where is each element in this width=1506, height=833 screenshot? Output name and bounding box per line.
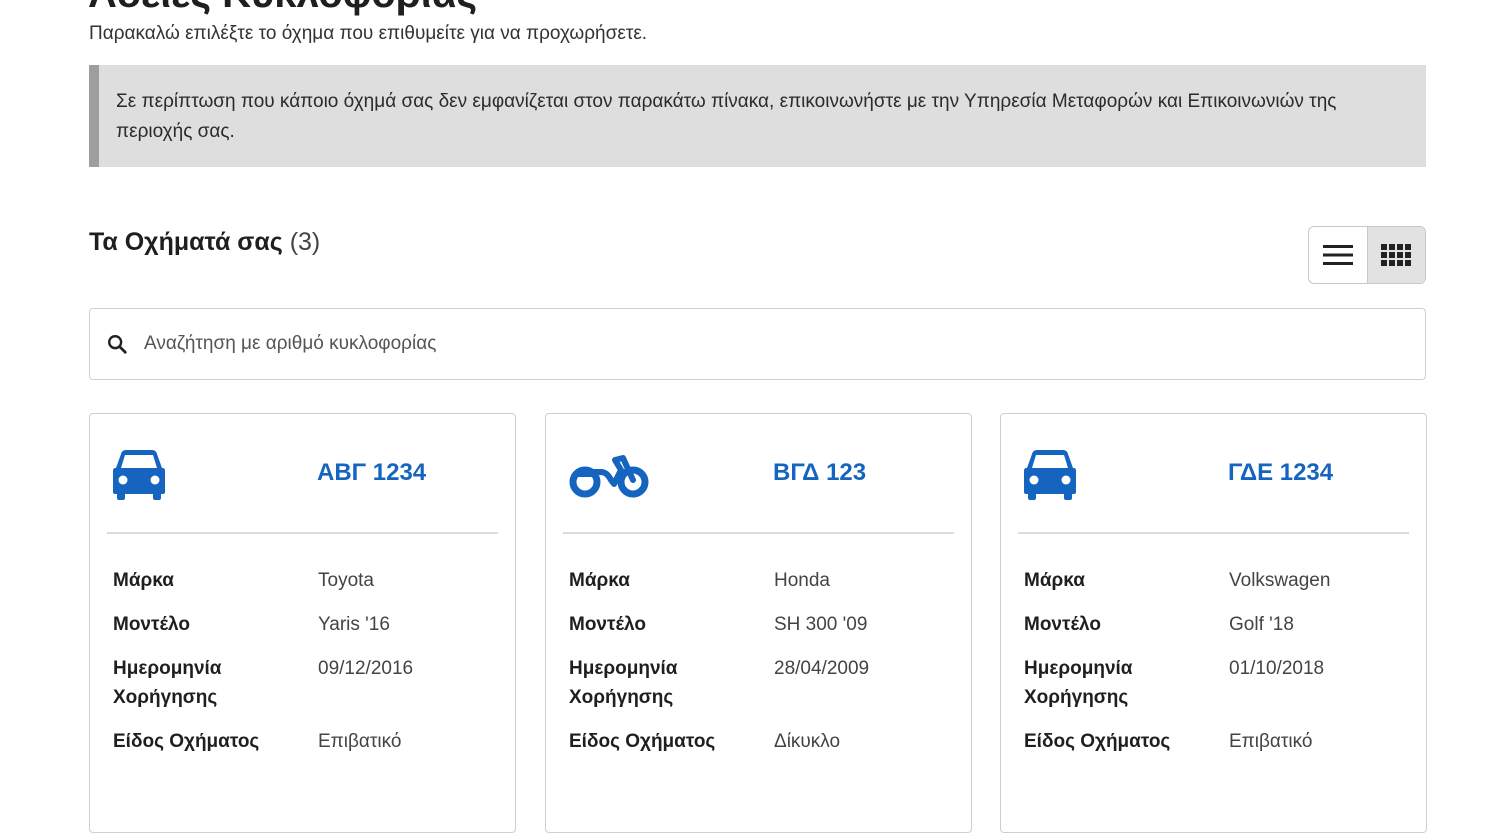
card-divider — [563, 532, 954, 534]
vehicle-type-label: Είδος Οχήματος — [1024, 731, 1171, 752]
vehicle-card[interactable]: ΑΒΓ 1234 Μάρκα Toyota Μοντέλο Yaris '16 … — [89, 413, 516, 833]
info-notice: Σε περίπτωση που κάποιο όχημά σας δεν εμ… — [89, 65, 1426, 167]
detail-row-issue-date: Ημερομηνία Χορήγησης 09/12/2016 — [113, 654, 503, 712]
detail-row-brand: Μάρκα Toyota — [113, 566, 503, 595]
plate-number: ΒΓΔ 123 — [773, 459, 867, 486]
model-value: Golf '18 — [1229, 614, 1294, 635]
view-toggle — [1308, 226, 1426, 284]
detail-row-vehicle-type: Είδος Οχήματος Δίκυκλο — [569, 727, 959, 756]
brand-label: Μάρκα — [1024, 570, 1085, 591]
vehicle-type-value: Δίκυκλο — [774, 731, 841, 752]
detail-row-model: Μοντέλο Golf '18 — [1024, 610, 1414, 639]
detail-row-issue-date: Ημερομηνία Χορήγησης 28/04/2009 — [569, 654, 959, 712]
car-icon — [111, 446, 167, 507]
list-view-button[interactable] — [1309, 227, 1367, 283]
card-divider — [1018, 532, 1409, 534]
issue-date-label: Ημερομηνία Χορήγησης — [113, 658, 222, 708]
issue-date-label: Ημερομηνία Χορήγησης — [569, 658, 678, 708]
car-icon — [1022, 446, 1078, 507]
vehicle-details: Μάρκα Volkswagen Μοντέλο Golf '18 Ημερομ… — [1024, 566, 1414, 771]
issue-date-value: 09/12/2016 — [318, 658, 414, 679]
model-label: Μοντέλο — [569, 614, 646, 635]
model-label: Μοντέλο — [1024, 614, 1101, 635]
list-view-icon — [1322, 245, 1353, 265]
search-box — [89, 308, 1426, 380]
search-icon — [106, 333, 128, 355]
issue-date-value: 01/10/2018 — [1229, 658, 1325, 679]
card-divider — [107, 532, 498, 534]
vehicle-details: Μάρκα Toyota Μοντέλο Yaris '16 Ημερομηνί… — [113, 566, 503, 771]
grid-view-icon — [1381, 244, 1412, 266]
brand-value: Volkswagen — [1229, 570, 1331, 591]
issue-date-value: 28/04/2009 — [774, 658, 870, 679]
brand-value: Toyota — [318, 570, 374, 591]
model-label: Μοντέλο — [113, 614, 190, 635]
detail-row-model: Μοντέλο SH 300 '09 — [569, 610, 959, 639]
vehicles-heading: Τα Οχήματά σας (3) — [89, 228, 320, 257]
plate-number: ΑΒΓ 1234 — [317, 459, 427, 486]
vehicles-count: (3) — [289, 228, 321, 256]
detail-row-model: Μοντέλο Yaris '16 — [113, 610, 503, 639]
vehicle-type-label: Είδος Οχήματος — [569, 731, 716, 752]
detail-row-vehicle-type: Είδος Οχήματος Επιβατικό — [113, 727, 503, 756]
model-value: SH 300 '09 — [774, 614, 868, 635]
page-title: Άδειες Κυκλοφορίας — [88, 0, 477, 14]
detail-row-issue-date: Ημερομηνία Χορήγησης 01/10/2018 — [1024, 654, 1414, 712]
info-notice-text: Σε περίπτωση που κάποιο όχημά σας δεν εμ… — [116, 91, 1337, 142]
vehicle-card[interactable]: ΒΓΔ 123 Μάρκα Honda Μοντέλο SH 300 '09 Η… — [545, 413, 972, 833]
vehicle-card[interactable]: ΓΔΕ 1234 Μάρκα Volkswagen Μοντέλο Golf '… — [1000, 413, 1427, 833]
vehicle-details: Μάρκα Honda Μοντέλο SH 300 '09 Ημερομηνί… — [569, 566, 959, 771]
detail-row-brand: Μάρκα Volkswagen — [1024, 566, 1414, 595]
search-input[interactable] — [142, 332, 1346, 356]
vehicle-type-value: Επιβατικό — [1229, 731, 1313, 752]
grid-view-button[interactable] — [1366, 227, 1425, 283]
page-subtitle: Παρακαλώ επιλέξτε το όχημα που επιθυμείτ… — [89, 23, 648, 44]
detail-row-brand: Μάρκα Honda — [569, 566, 959, 595]
detail-row-vehicle-type: Είδος Οχήματος Επιβατικό — [1024, 727, 1414, 756]
vehicle-type-value: Επιβατικό — [318, 731, 402, 752]
vehicles-heading-label: Τα Οχήματά σας — [89, 228, 283, 256]
issue-date-label: Ημερομηνία Χορήγησης — [1024, 658, 1133, 708]
model-value: Yaris '16 — [318, 614, 390, 635]
brand-label: Μάρκα — [569, 570, 630, 591]
brand-value: Honda — [774, 570, 830, 591]
motorcycle-icon — [567, 446, 651, 507]
plate-number: ΓΔΕ 1234 — [1228, 459, 1334, 486]
vehicle-type-label: Είδος Οχήματος — [113, 731, 260, 752]
brand-label: Μάρκα — [113, 570, 174, 591]
